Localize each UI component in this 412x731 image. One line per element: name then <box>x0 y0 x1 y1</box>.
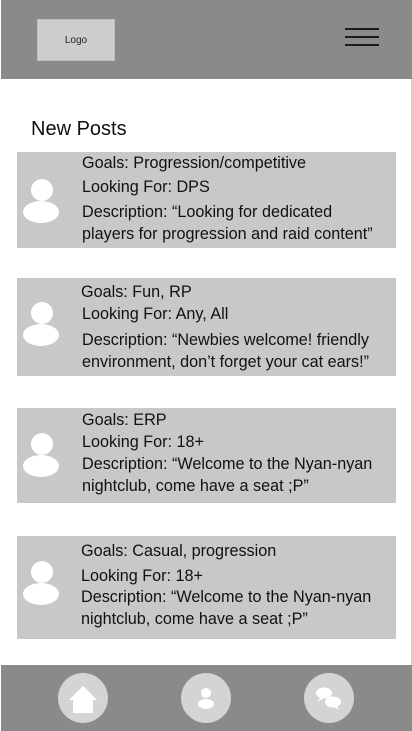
nav-home-button[interactable] <box>58 673 108 723</box>
post-goals: Goals: Progression/competitive <box>82 154 307 172</box>
post-description-line-1: Description: “Welcome to the Nyan-nyan <box>82 455 373 473</box>
chat-icon <box>316 687 341 710</box>
nav-chat-button[interactable] <box>304 673 354 723</box>
post-looking-for: Looking For: 18+ <box>82 433 204 451</box>
avatar-icon <box>23 302 59 348</box>
app-frame: Logo New Posts Goals: Progression/compet… <box>0 0 412 731</box>
logo[interactable]: Logo <box>37 19 115 61</box>
post-card[interactable]: Goals: ERP Looking For: 18+ Description:… <box>17 408 396 503</box>
post-looking-for: Looking For: Any, All <box>82 305 229 323</box>
post-card[interactable]: Goals: Fun, RP Looking For: Any, All Des… <box>17 278 396 376</box>
avatar-icon <box>23 561 59 607</box>
post-description-line-2: nightclub, come have a seat ;P” <box>82 477 309 495</box>
post-goals: Goals: Fun, RP <box>81 283 192 301</box>
post-description-line-1: Description: “Newbies welcome! friendly <box>82 331 369 349</box>
post-card[interactable]: Goals: Casual, progression Looking For: … <box>17 536 396 639</box>
bottom-nav <box>1 665 412 731</box>
home-icon <box>69 686 97 713</box>
post-description-line-2: players for progression and raid content… <box>82 225 373 243</box>
nav-profile-button[interactable] <box>181 673 231 723</box>
post-looking-for: Looking For: 18+ <box>81 567 203 585</box>
logo-text: Logo <box>64 34 88 46</box>
avatar-icon <box>23 179 59 225</box>
post-card[interactable]: Goals: Progression/competitive Looking F… <box>17 152 396 248</box>
hamburger-menu-icon[interactable] <box>345 26 381 48</box>
section-title: New Posts <box>31 118 127 140</box>
post-goals: Goals: ERP <box>82 411 167 429</box>
post-description-line-1: Description: “Welcome to the Nyan-nyan <box>81 588 372 606</box>
avatar-icon <box>23 433 59 479</box>
post-description-line-2: environment, don’t forget your cat ears!… <box>82 353 370 371</box>
app-header: Logo <box>1 0 412 79</box>
post-description-line-2: nightclub, come have a seat ;P” <box>81 610 308 628</box>
profile-icon <box>198 688 214 709</box>
post-looking-for: Looking For: DPS <box>82 178 210 196</box>
post-description-line-1: Description: “Looking for dedicated <box>82 203 333 221</box>
post-goals: Goals: Casual, progression <box>81 542 277 560</box>
